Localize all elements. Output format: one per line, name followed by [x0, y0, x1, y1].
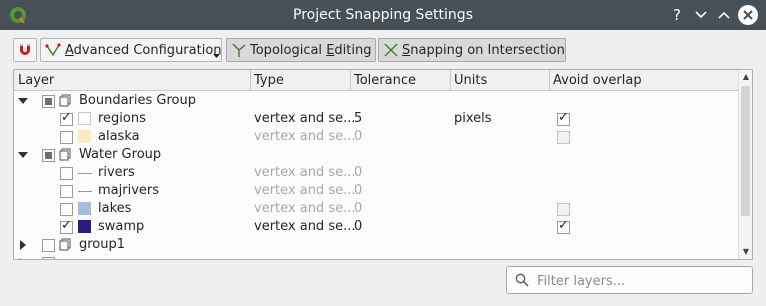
close-button[interactable]	[738, 5, 758, 25]
layer-checkbox[interactable]	[60, 185, 73, 198]
minimize-button[interactable]	[691, 5, 711, 25]
layer-group-icon	[59, 94, 71, 107]
group-checkbox[interactable]	[42, 149, 55, 162]
layer-checkbox[interactable]	[60, 110, 73, 126]
topological-editing-label: Topological Editing	[250, 43, 372, 58]
group-name: Boundaries Group	[79, 93, 197, 108]
fill-symbol-icon	[78, 130, 91, 143]
fill-symbol-icon	[78, 220, 91, 233]
topological-editing-button[interactable]: Topological Editing	[226, 38, 376, 62]
avoid-overlap-checkbox[interactable]	[557, 203, 570, 216]
tree-row-majrivers[interactable]: majrivers vertex and se... 0	[14, 182, 738, 200]
layer-name: majrivers	[98, 183, 160, 198]
group-name: Water Group	[79, 147, 162, 162]
vertical-scrollbar[interactable]: ▲ ▼	[738, 70, 752, 259]
help-icon: ?	[673, 6, 681, 24]
snapping-mode-dropdown[interactable]: Advanced Configuration	[40, 38, 222, 62]
topological-editing-icon	[232, 43, 246, 57]
layer-name: rivers	[98, 165, 135, 180]
layer-checkbox[interactable]	[60, 218, 73, 234]
snap-type[interactable]: vertex and se...	[254, 201, 356, 216]
tree-row-boundaries-group[interactable]: Boundaries Group	[14, 92, 738, 110]
layer-group-icon	[59, 238, 71, 251]
layer-checkbox[interactable]	[60, 131, 73, 144]
expand-arrow-icon[interactable]	[20, 258, 26, 259]
snapping-mode-label: Advanced Configuration	[65, 43, 222, 58]
snap-type[interactable]: vertex and se...	[254, 183, 356, 198]
snap-type[interactable]: vertex and se...	[254, 165, 356, 180]
snap-tolerance[interactable]: 0	[354, 165, 362, 180]
layer-tree[interactable]: Layer Type Tolerance Units Avoid overlap…	[13, 69, 753, 260]
title-bar: Project Snapping Settings ?	[0, 0, 766, 30]
magnet-icon	[20, 44, 30, 55]
help-button[interactable]: ?	[667, 5, 687, 25]
snap-type[interactable]: vertex and se...	[254, 219, 356, 234]
filter-layers-input[interactable]	[535, 271, 749, 291]
tree-row-swamp[interactable]: swamp vertex and se... 0	[14, 218, 738, 236]
layer-name: lakes	[98, 201, 132, 216]
chevron-down-icon	[695, 11, 707, 19]
avoid-overlap-checkbox[interactable]	[557, 110, 570, 126]
layer-name: alaska	[98, 129, 140, 144]
filter-layers-field[interactable]	[506, 266, 753, 294]
expand-arrow-icon[interactable]	[20, 240, 26, 250]
group-checkbox[interactable]	[42, 239, 55, 252]
line-symbol-icon	[78, 173, 92, 174]
intersection-icon	[384, 43, 398, 57]
tree-row-group1[interactable]: group1	[14, 236, 738, 254]
column-header-units[interactable]: Units	[454, 73, 487, 88]
snap-type[interactable]: vertex and se...	[254, 111, 356, 126]
group-checkbox[interactable]	[42, 95, 55, 108]
snap-tolerance[interactable]: 5	[354, 111, 362, 126]
enable-snapping-button[interactable]	[13, 38, 37, 62]
layer-name: swamp	[98, 219, 145, 234]
snap-tolerance[interactable]: 0	[354, 219, 362, 234]
tree-row-water-group[interactable]: Water Group	[14, 146, 738, 164]
expand-arrow-icon[interactable]	[18, 152, 28, 158]
chevron-up-icon	[718, 11, 730, 19]
fill-symbol-icon	[78, 202, 91, 215]
column-header-type[interactable]: Type	[254, 73, 284, 88]
snap-tolerance[interactable]: 0	[354, 183, 362, 198]
group-name: group1	[79, 237, 126, 252]
close-icon	[743, 10, 753, 20]
snapping-on-intersection-label: Snapping on Intersection	[402, 43, 565, 58]
expand-arrow-icon[interactable]	[18, 98, 28, 104]
tree-row-regions[interactable]: regions vertex and se... 5 pixels	[14, 110, 738, 128]
tree-row-partial[interactable]	[14, 254, 738, 259]
dropdown-arrow-icon	[213, 54, 220, 58]
column-header-tolerance[interactable]: Tolerance	[354, 73, 416, 88]
snapping-on-intersection-button[interactable]: Snapping on Intersection	[378, 38, 566, 62]
tree-row-lakes[interactable]: lakes vertex and se... 0	[14, 200, 738, 218]
snap-tolerance[interactable]: 0	[354, 201, 362, 216]
snap-type[interactable]: vertex and se...	[254, 129, 356, 144]
layer-name: regions	[98, 111, 146, 126]
layer-checkbox[interactable]	[60, 203, 73, 216]
tree-row-alaska[interactable]: alaska vertex and se... 0	[14, 128, 738, 146]
avoid-overlap-checkbox[interactable]	[557, 131, 570, 144]
snap-units[interactable]: pixels	[454, 111, 492, 126]
scroll-down-icon[interactable]: ▼	[739, 245, 752, 259]
column-header-layer[interactable]: Layer	[18, 73, 54, 88]
window-title: Project Snapping Settings	[293, 7, 473, 23]
scroll-up-icon[interactable]: ▲	[739, 70, 752, 84]
snap-tolerance[interactable]: 0	[354, 129, 362, 144]
fill-symbol-icon	[78, 112, 91, 125]
tree-header: Layer Type Tolerance Units Avoid overlap	[14, 70, 738, 91]
group-checkbox[interactable]	[42, 257, 55, 259]
search-icon	[515, 273, 529, 287]
scrollbar-thumb[interactable]	[741, 86, 750, 216]
maximize-button[interactable]	[714, 5, 734, 25]
tree-row-rivers[interactable]: rivers vertex and se... 0	[14, 164, 738, 182]
advanced-config-icon	[45, 43, 61, 57]
avoid-overlap-checkbox[interactable]	[557, 218, 570, 234]
layer-checkbox[interactable]	[60, 167, 73, 180]
line-symbol-icon	[78, 191, 92, 192]
column-header-avoid-overlap[interactable]: Avoid overlap	[553, 73, 642, 88]
layer-group-icon	[59, 148, 71, 161]
